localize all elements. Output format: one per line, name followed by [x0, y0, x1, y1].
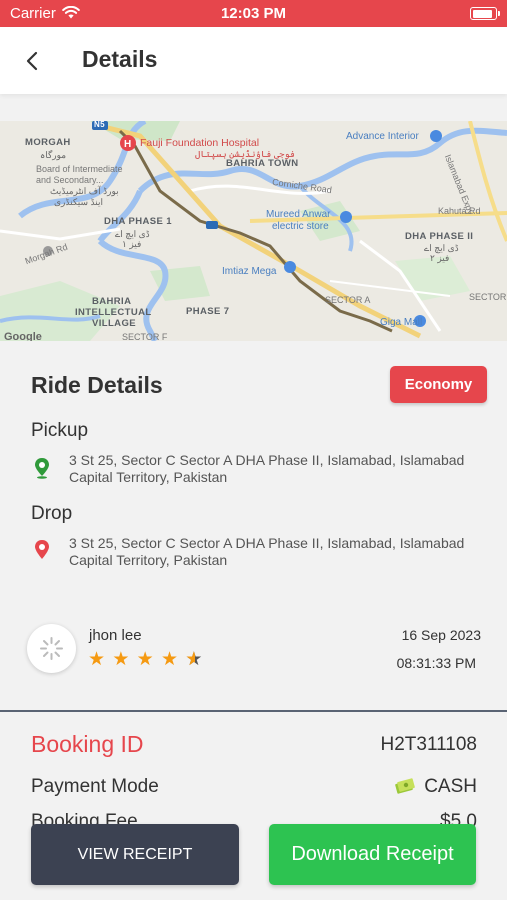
map-label: N5: [94, 121, 106, 129]
map-label: electric store: [272, 221, 329, 232]
clock: 12:03 PM: [220, 5, 287, 22]
star-icon: ★: [136, 649, 155, 670]
pickup-address: 3 St 25, Sector C Sector A DHA Phase II,…: [69, 452, 465, 485]
star-icon: ★: [88, 649, 107, 670]
map-label: مورگاہ: [40, 150, 67, 160]
payment-mode-label: Payment Mode: [31, 776, 159, 797]
map-label: BAHRIA TOWN: [226, 158, 299, 169]
map-label: MORGAH: [25, 137, 71, 148]
ride-date: 16 Sep 2023: [401, 627, 481, 643]
loading-spinner-icon: [40, 637, 63, 660]
route-map[interactable]: H MORGAH مورگاہ Fauji Foundation Hospita…: [0, 121, 507, 341]
ride-details-title: Ride Details: [31, 372, 163, 398]
google-logo: Google: [4, 331, 42, 341]
map-label: VILLAGE: [92, 318, 136, 329]
back-button[interactable]: [18, 47, 46, 75]
payment-mode-value: CASH: [424, 776, 477, 797]
booking-id-label: Booking ID: [31, 731, 144, 757]
star-icon: ★: [160, 649, 180, 670]
booking-id-value: H2T311108: [380, 734, 477, 755]
star-icon: ★: [112, 649, 131, 670]
cash-icon: [395, 778, 415, 794]
map-label: Board of Intermediate: [36, 164, 123, 174]
driver-name: jhon lee: [89, 627, 142, 644]
map-label: and Secondary...: [36, 175, 104, 185]
map-label: بورڈ آف انٹرمیڈیٹ: [50, 186, 119, 196]
map-label: Imtiaz Mega: [222, 266, 277, 277]
half-star-icon: ★: [185, 648, 203, 671]
battery-icon: [470, 7, 500, 20]
status-bar: Carrier 12:03 PM: [0, 0, 507, 27]
pickup-pin-icon: [35, 458, 49, 479]
map-label: اینڈ سیکنڈری: [54, 197, 104, 207]
map-label: Fauji Foundation Hospital: [140, 137, 260, 149]
driver-rating: ★ ★ ★ ★ ★: [88, 648, 203, 671]
drop-label: Drop: [31, 503, 73, 524]
download-receipt-button[interactable]: Download Receipt: [269, 824, 476, 885]
map-label: Advance Interior: [346, 131, 419, 142]
map-label: DHA PHASE II: [405, 231, 474, 242]
map-label: DHA PHASE 1: [104, 216, 172, 227]
map-label: SECTOR F: [122, 332, 168, 341]
map-label: SECTOR A: [325, 295, 371, 305]
drop-pin-icon: [35, 540, 49, 559]
map-label: فیز ١: [122, 239, 142, 249]
page-title: Details: [82, 46, 158, 72]
ride-category-badge: Economy: [390, 366, 487, 403]
ride-time: 08:31:33 PM: [396, 655, 476, 671]
pickup-label: Pickup: [31, 420, 89, 441]
section-divider: [0, 710, 507, 712]
map-label: PHASE 7: [186, 306, 230, 317]
map-label: Mureed Anwar: [266, 209, 331, 220]
svg-text:H: H: [124, 139, 131, 150]
driver-avatar: [27, 624, 76, 673]
view-receipt-button[interactable]: VIEW RECEIPT: [31, 824, 239, 885]
header-bar: Details: [0, 27, 507, 94]
map-label: INTELLECTUAL: [75, 307, 152, 318]
map-label: BAHRIA: [92, 296, 132, 307]
map-label: Giga Mall: [380, 317, 423, 328]
map-label: فیز ٢: [430, 253, 450, 263]
map-label: SECTOR G: [469, 292, 507, 302]
drop-address: 3 St 25, Sector C Sector A DHA Phase II,…: [69, 535, 465, 568]
